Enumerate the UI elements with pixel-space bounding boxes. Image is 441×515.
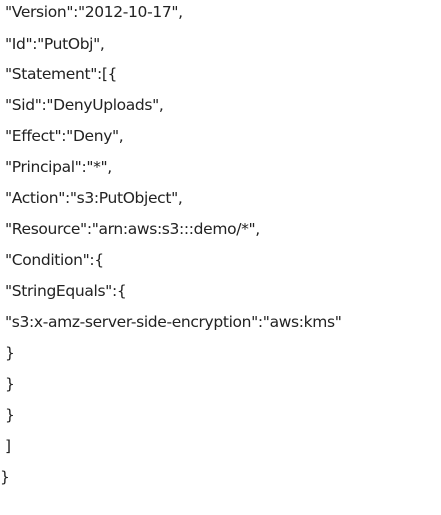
line-action: "Action":"s3:PutObject",: [5, 189, 183, 207]
line-version: "Version":"2012-10-17",: [5, 3, 183, 21]
line-close-brace-final: }: [0, 468, 10, 486]
line-string-equals: "StringEquals":{: [5, 282, 127, 300]
line-close-brace-2: }: [5, 375, 15, 393]
line-principal: "Principal":"*",: [5, 158, 112, 176]
line-close-bracket: ]: [5, 437, 11, 455]
line-id: "Id":"PutObj",: [5, 35, 105, 53]
line-sid: "Sid":"DenyUploads",: [5, 96, 164, 114]
policy-json-document: "Version":"2012-10-17", "Id":"PutObj", "…: [0, 0, 441, 515]
line-resource: "Resource":"arn:aws:s3:::demo/*",: [5, 220, 260, 238]
line-encryption: "s3:x-amz-server-side-encryption":"aws:k…: [5, 313, 342, 331]
line-close-brace-1: }: [5, 344, 15, 362]
line-effect: "Effect":"Deny",: [5, 127, 124, 145]
line-condition: "Condition":{: [5, 251, 104, 269]
line-close-brace-3: }: [5, 406, 15, 424]
line-statement: "Statement":[{: [5, 65, 118, 83]
